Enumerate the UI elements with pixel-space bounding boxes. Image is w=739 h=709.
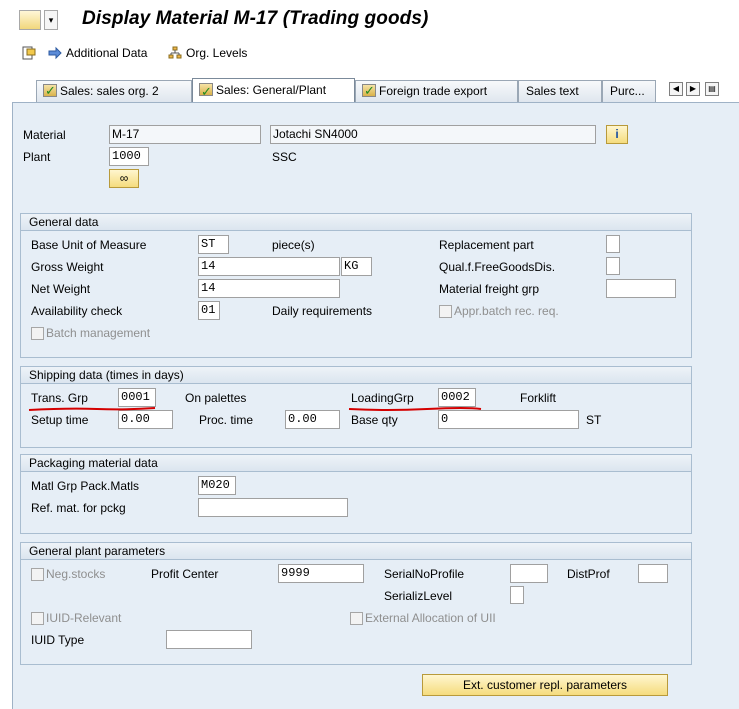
- doc-icon[interactable]: [22, 46, 36, 60]
- availability-check-field[interactable]: 01: [198, 301, 220, 320]
- ext-alloc-checkbox[interactable]: [350, 612, 363, 625]
- matl-grp-field[interactable]: M020: [198, 476, 236, 495]
- application-toolbar: Additional Data Org. Levels: [0, 38, 739, 72]
- weight-unit-field[interactable]: KG: [341, 257, 372, 276]
- replacement-part-label: Replacement part: [439, 238, 534, 252]
- plant-parameters-group: General plant parameters Neg.stocks Prof…: [20, 542, 692, 665]
- group-title: Packaging material data: [21, 455, 691, 472]
- group-title: Shipping data (times in days): [21, 367, 691, 384]
- tab-strip: Sales: sales org. 2 Sales: General/Plant…: [12, 78, 728, 102]
- iuid-type-field[interactable]: [166, 630, 252, 649]
- red-annotation-underline: [28, 407, 156, 411]
- dist-prof-field[interactable]: [638, 564, 668, 583]
- proc-time-field[interactable]: 0.00: [285, 410, 340, 429]
- base-qty-unit: ST: [586, 413, 602, 427]
- availability-check-label: Availability check: [31, 304, 123, 318]
- gross-weight-label: Gross Weight: [31, 260, 104, 274]
- plant-field[interactable]: 1000: [109, 147, 149, 166]
- tab-list-icon[interactable]: ▤: [705, 82, 719, 96]
- check-icon: [43, 81, 57, 101]
- window-title: Display Material M-17 (Trading goods): [82, 8, 429, 29]
- material-description-field[interactable]: Jotachi SN4000: [270, 125, 596, 144]
- base-uom-label: Base Unit of Measure: [31, 238, 147, 252]
- material-freight-label: Material freight grp: [439, 282, 540, 296]
- serializ-level-label: SerializLevel: [384, 589, 453, 603]
- plant-description: SSC: [272, 150, 297, 164]
- tab-content: Material M-17 Jotachi SN4000 i Plant 100…: [12, 102, 739, 709]
- qual-free-goods-field[interactable]: [606, 257, 620, 275]
- net-weight-label: Net Weight: [31, 282, 91, 296]
- serializ-level-field[interactable]: [510, 586, 524, 604]
- tab-sales-text[interactable]: Sales text: [518, 80, 602, 102]
- info-icon[interactable]: i: [606, 125, 628, 144]
- dist-prof-label: DistProf: [567, 567, 610, 581]
- org-levels-area: Org. Levels: [168, 46, 247, 60]
- proc-time-label: Proc. time: [199, 413, 254, 427]
- gross-weight-field[interactable]: 14: [198, 257, 340, 276]
- group-title: General plant parameters: [21, 543, 691, 560]
- trans-grp-text: On palettes: [185, 391, 247, 405]
- check-icon: [199, 80, 213, 102]
- profit-center-label: Profit Center: [151, 567, 219, 581]
- ref-mat-field[interactable]: [198, 498, 348, 517]
- availability-check-text: Daily requirements: [272, 304, 373, 318]
- additional-data-button-area: Additional Data: [22, 46, 147, 60]
- iuid-relevant-checkbox[interactable]: [31, 612, 44, 625]
- tab-sales-org-2[interactable]: Sales: sales org. 2: [36, 80, 192, 102]
- material-field[interactable]: M-17: [109, 125, 261, 144]
- tab-foreign-trade-export[interactable]: Foreign trade export: [355, 80, 518, 102]
- glasses-icon[interactable]: ∞: [109, 169, 139, 188]
- arrow-right-icon[interactable]: [48, 46, 62, 60]
- loading-grp-label: LoadingGrp: [351, 391, 414, 405]
- red-annotation-underline: [348, 407, 482, 411]
- setup-time-label: Setup time: [31, 413, 89, 427]
- neg-stocks-checkbox[interactable]: [31, 568, 44, 581]
- trans-grp-label: Trans. Grp: [31, 391, 88, 405]
- general-data-group: General data Base Unit of Measure ST pie…: [20, 213, 692, 358]
- org-levels-button[interactable]: Org. Levels: [186, 46, 247, 60]
- tab-scroll-left-icon[interactable]: ◀: [669, 82, 683, 96]
- serial-profile-label: SerialNoProfile: [384, 567, 465, 581]
- net-weight-field[interactable]: 14: [198, 279, 340, 298]
- qual-free-goods-label: Qual.f.FreeGoodsDis.: [439, 260, 556, 274]
- org-hierarchy-icon[interactable]: [168, 46, 182, 60]
- base-qty-label: Base qty: [351, 413, 398, 427]
- tab-sales-general-plant[interactable]: Sales: General/Plant: [192, 78, 355, 102]
- iuid-relevant-label: IUID-Relevant: [46, 611, 122, 625]
- material-freight-field[interactable]: [606, 279, 676, 298]
- material-label: Material: [23, 128, 66, 142]
- check-icon: [362, 81, 376, 101]
- title-bar: ▾ Display Material M-17 (Trading goods): [0, 0, 739, 38]
- group-title: General data: [21, 214, 691, 231]
- iuid-type-label: IUID Type: [31, 633, 85, 647]
- appr-batch-label: Appr.batch rec. req.: [454, 304, 559, 318]
- replacement-part-field[interactable]: [606, 235, 620, 253]
- packaging-data-group: Packaging material data Matl Grp Pack.Ma…: [20, 454, 692, 534]
- batch-management-checkbox[interactable]: [31, 327, 44, 340]
- loading-grp-text: Forklift: [520, 391, 556, 405]
- transaction-icon[interactable]: [19, 10, 41, 30]
- tab-scroll-right-icon[interactable]: ▶: [686, 82, 700, 96]
- profit-center-field[interactable]: 9999: [278, 564, 364, 583]
- base-uom-text: piece(s): [272, 238, 315, 252]
- plant-label: Plant: [23, 150, 51, 164]
- additional-data-button[interactable]: Additional Data: [66, 46, 147, 60]
- tab-purchasing[interactable]: Purc...: [602, 80, 656, 102]
- base-uom-field[interactable]: ST: [198, 235, 229, 254]
- batch-management-label: Batch management: [46, 326, 151, 340]
- neg-stocks-label: Neg.stocks: [46, 567, 106, 581]
- serial-profile-field[interactable]: [510, 564, 548, 583]
- ext-customer-repl-button[interactable]: Ext. customer repl. parameters: [422, 674, 668, 696]
- dropdown-menu-icon[interactable]: ▾: [44, 10, 58, 30]
- ext-alloc-label: External Allocation of UII: [365, 611, 496, 625]
- appr-batch-checkbox[interactable]: [439, 305, 452, 318]
- ref-mat-label: Ref. mat. for pckg: [31, 501, 126, 515]
- matl-grp-label: Matl Grp Pack.Matls: [31, 479, 140, 493]
